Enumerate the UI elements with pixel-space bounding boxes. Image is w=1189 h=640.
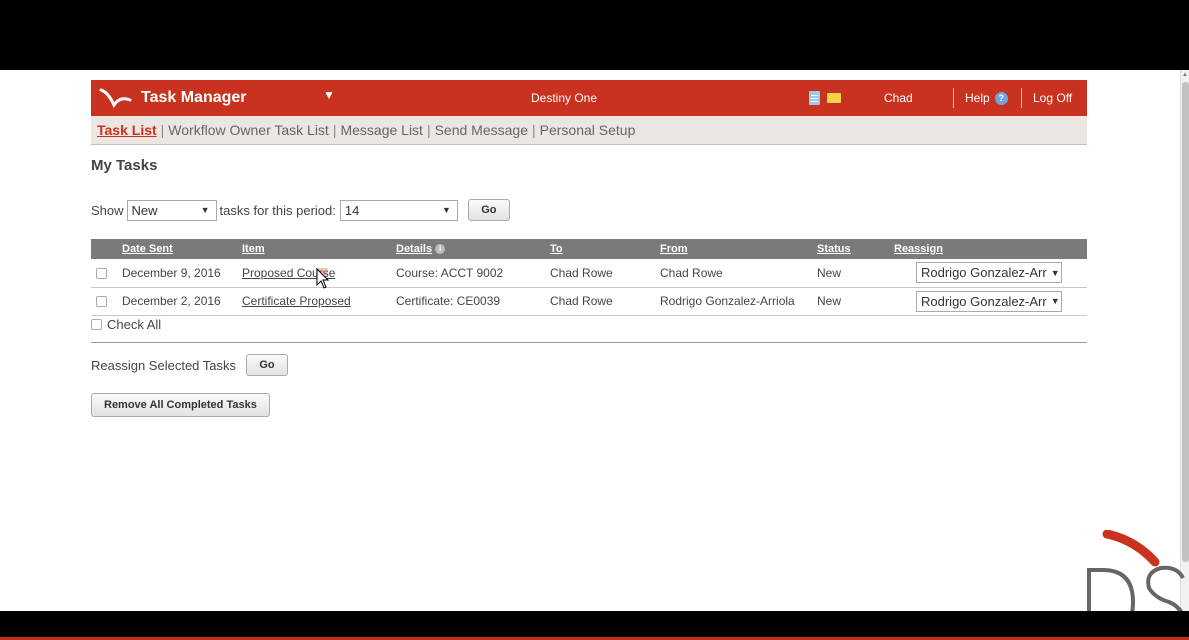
column-header-details[interactable]: Details i xyxy=(396,239,550,259)
column-header-date-sent[interactable]: Date Sent xyxy=(122,239,242,259)
page-title: My Tasks xyxy=(91,157,158,174)
table-row: December 9, 2016 Proposed Course Course:… xyxy=(91,259,1087,288)
subnav-divider: | xyxy=(160,122,165,138)
chevron-down-icon: ▼ xyxy=(1050,267,1060,278)
subnav-divider: | xyxy=(426,122,431,138)
subnav-message-list[interactable]: Message List xyxy=(340,122,422,138)
subnav-personal-setup[interactable]: Personal Setup xyxy=(540,122,636,138)
status-cell: New xyxy=(817,259,894,288)
app-header: Task Manager ▼ Destiny One Chad Help ? L… xyxy=(91,80,1087,116)
page-background xyxy=(0,70,1180,611)
column-header-item[interactable]: Item xyxy=(242,239,396,259)
reassign-select[interactable]: Rodrigo Gonzalez-Arr ▼ xyxy=(916,290,1062,312)
reassign-go-button[interactable]: Go xyxy=(246,354,289,376)
reassign-select-value: Rodrigo Gonzalez-Arr xyxy=(921,293,1047,309)
details-cell: Course: ACCT 9002 xyxy=(396,259,550,288)
video-bottom-bar xyxy=(0,611,1189,640)
from-cell: Rodrigo Gonzalez-Arriola xyxy=(660,287,817,316)
column-header-to[interactable]: To xyxy=(550,239,660,259)
table-header-row: Date Sent Item Details i To From Status R… xyxy=(91,239,1087,259)
reassign-cell: Rodrigo Gonzalez-Arr ▼ xyxy=(894,259,1087,288)
subnav-task-list[interactable]: Task List xyxy=(97,122,157,138)
user-name[interactable]: Chad xyxy=(884,91,913,105)
status-select-value: New xyxy=(131,202,158,218)
check-all-control[interactable]: Check All xyxy=(91,317,161,332)
logoff-link[interactable]: Log Off xyxy=(1033,91,1072,105)
chevron-down-icon: ▼ xyxy=(441,205,451,215)
tasks-table: Date Sent Item Details i To From Status R… xyxy=(91,239,1087,316)
subnav-workflow-owner-task-list[interactable]: Workflow Owner Task List xyxy=(168,122,329,138)
reassign-select-value: Rodrigo Gonzalez-Arr xyxy=(921,265,1047,281)
task-subnav: Task List | Workflow Owner Task List | Messa… xyxy=(91,116,1087,145)
details-cell: Certificate: CE0039 xyxy=(396,287,550,316)
row-select-cell xyxy=(91,259,122,288)
reassign-selected-row: Reassign Selected Tasks Go xyxy=(91,354,289,376)
subnav-send-message[interactable]: Send Message xyxy=(435,122,528,138)
period-label: tasks for this period: xyxy=(219,202,336,218)
date-sent-cell: December 2, 2016 xyxy=(122,287,242,316)
check-all-label: Check All xyxy=(107,317,162,332)
chevron-down-icon: ▼ xyxy=(1050,296,1060,306)
item-link[interactable]: Certificate Proposed xyxy=(242,294,351,308)
document-icon[interactable] xyxy=(809,91,820,105)
column-header-reassign[interactable]: Reassign xyxy=(894,239,1087,259)
subnav-divider: | xyxy=(532,122,536,138)
date-sent-cell: December 9, 2016 xyxy=(122,259,242,288)
from-cell: Chad Rowe xyxy=(660,259,817,288)
subnav-divider: | xyxy=(332,122,337,138)
row-checkbox[interactable] xyxy=(96,268,107,280)
app-menu-caret-icon[interactable]: ▼ xyxy=(323,88,335,102)
status-cell: New xyxy=(817,287,894,316)
column-header-status[interactable]: Status xyxy=(817,239,894,259)
destiny-logo-icon xyxy=(99,88,132,109)
reassign-cell: Rodrigo Gonzalez-Arr ▼ xyxy=(894,287,1087,316)
mouse-pointer-icon xyxy=(316,268,330,289)
chevron-down-icon: ▼ xyxy=(200,205,210,215)
table-row: December 2, 2016 Certificate Proposed Ce… xyxy=(91,287,1087,316)
filter-go-button[interactable]: Go xyxy=(467,199,510,221)
period-select[interactable]: 14 ▼ xyxy=(339,199,458,221)
details-header-label: Details xyxy=(396,243,433,255)
header-separator xyxy=(953,88,954,108)
check-all-checkbox[interactable] xyxy=(91,319,102,330)
reassign-select[interactable]: Rodrigo Gonzalez-Arr ▼ xyxy=(916,262,1062,284)
show-label: Show xyxy=(91,202,124,218)
divider xyxy=(91,342,1087,343)
reassign-selected-label: Reassign Selected Tasks xyxy=(91,357,237,373)
header-separator xyxy=(1021,88,1022,108)
task-filter: Show New ▼ tasks for this period: 14 ▼ G… xyxy=(91,199,510,221)
remove-completed-tasks-button[interactable]: Remove All Completed Tasks xyxy=(91,393,270,417)
app-title: Task Manager xyxy=(141,89,247,106)
column-header-from[interactable]: From xyxy=(660,239,817,259)
scroll-up-arrow-icon[interactable]: ▲ xyxy=(1182,72,1188,78)
help-label: Help xyxy=(965,91,990,105)
to-cell: Chad Rowe xyxy=(550,259,660,288)
header-checkbox-cell xyxy=(91,239,122,259)
period-select-value: 14 xyxy=(344,202,360,218)
row-select-cell xyxy=(91,287,122,316)
help-link[interactable]: Help ? xyxy=(965,91,1008,105)
scrollbar-thumb[interactable] xyxy=(1182,82,1189,562)
to-cell: Chad Rowe xyxy=(550,287,660,316)
item-cell: Certificate Proposed xyxy=(242,287,396,316)
product-title: Destiny One xyxy=(531,91,598,105)
help-icon: ? xyxy=(994,91,1008,105)
mail-icon[interactable] xyxy=(827,93,841,103)
info-icon[interactable]: i xyxy=(435,244,446,255)
row-checkbox[interactable] xyxy=(96,296,107,308)
status-select[interactable]: New ▼ xyxy=(126,199,217,221)
